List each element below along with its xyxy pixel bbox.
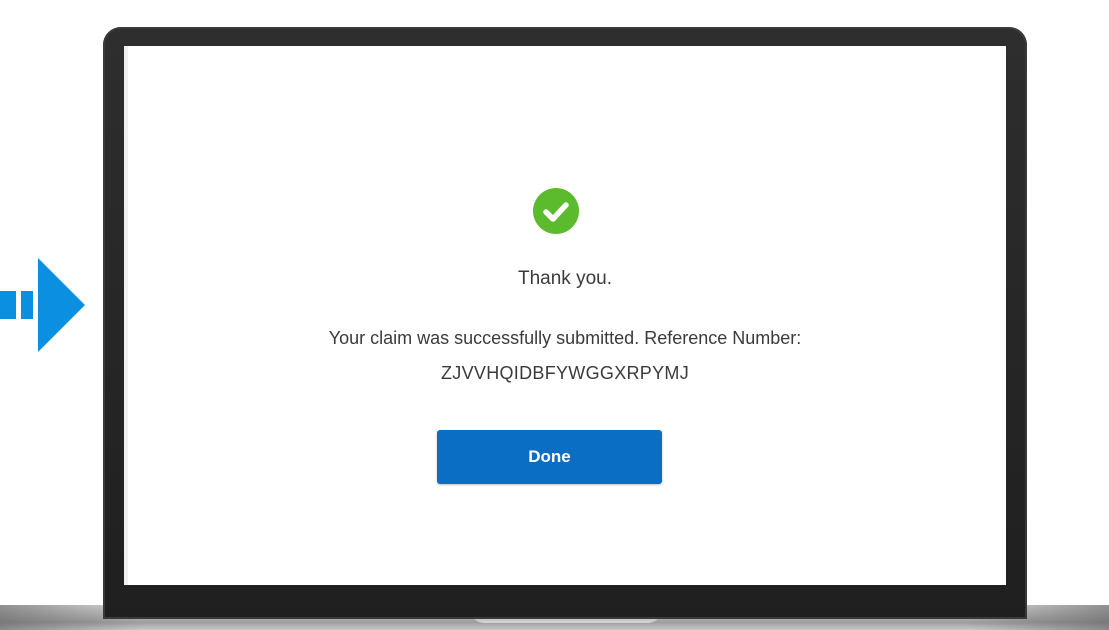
laptop-screen: Thank you. Your claim was successfully s… <box>124 46 1006 585</box>
confirmation-title: Thank you. <box>518 268 612 289</box>
stage: Thank you. Your claim was successfully s… <box>0 0 1109 630</box>
check-circle-icon <box>533 188 579 234</box>
reference-number: ZJVVHQIDBFYWGGXRPYMJ <box>440 363 689 383</box>
done-button[interactable]: Done <box>437 430 662 484</box>
laptop-frame: Thank you. Your claim was successfully s… <box>103 27 1027 619</box>
arrow-right-icon <box>0 258 85 352</box>
confirmation-message: Your claim was successfully submitted. R… <box>328 328 802 348</box>
confirmation-panel: Thank you. Your claim was successfully s… <box>124 46 1006 585</box>
